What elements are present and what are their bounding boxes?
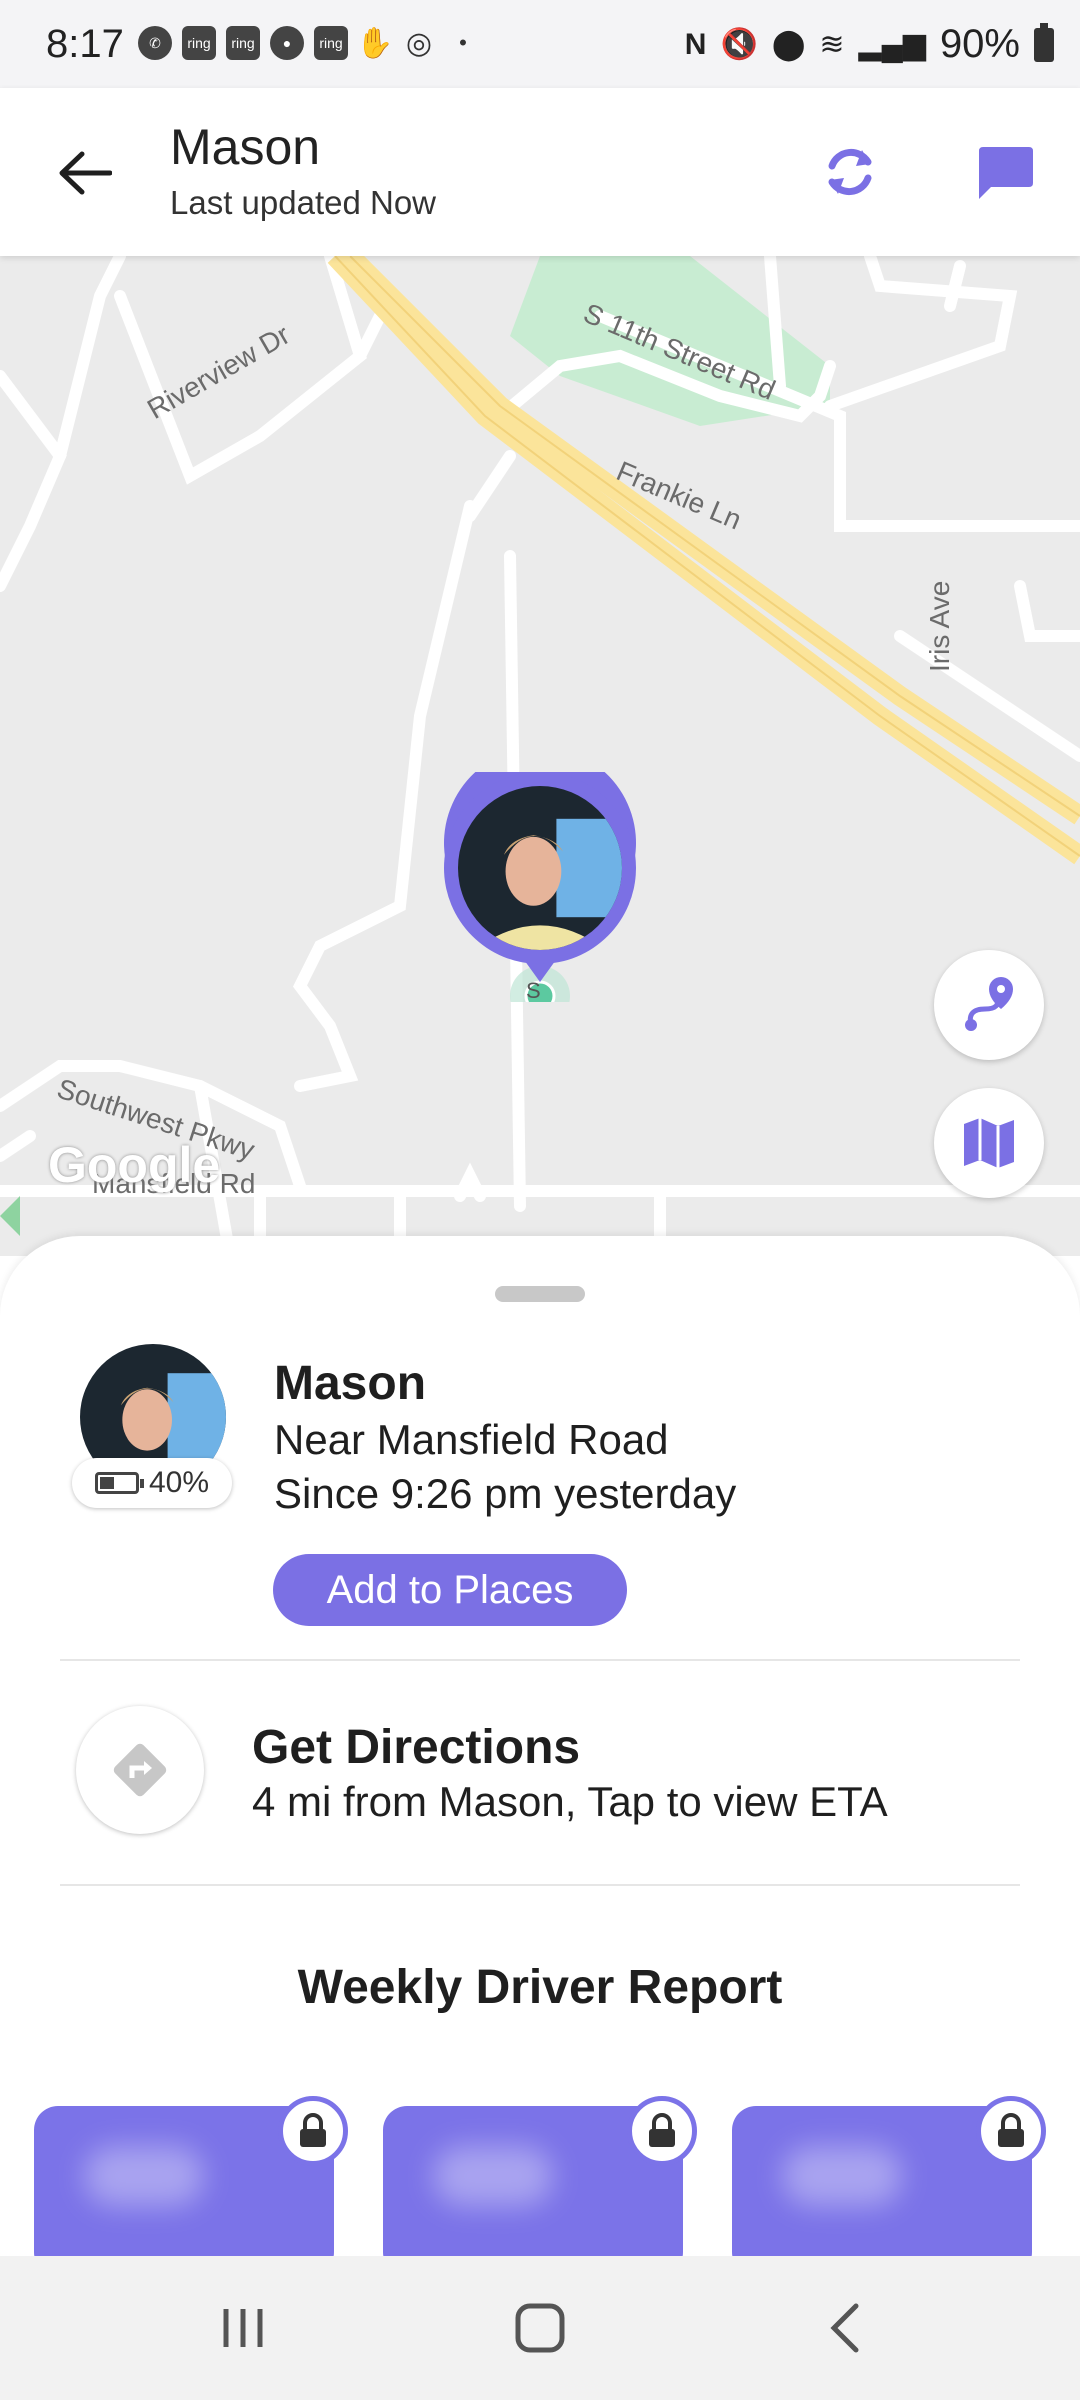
mute-icon: 🔇 [720,28,758,61]
directions-button[interactable] [76,1706,204,1834]
member-details-sheet: 40% Mason Near Mansfield Road Since 9:26… [0,1236,1080,2276]
route-pin-icon [965,977,1013,1031]
location-icon: ⬤ [771,28,806,61]
map-view[interactable]: Riverview Dr S 11th Street Rd Frankie Ln… [0,256,1080,1256]
member-location-pin[interactable]: S [444,772,636,1003]
system-status: N 🔇 ⬤ ≋ ▂▄▆ 90% [685,22,1054,67]
lock-badge [976,2096,1046,2166]
battery-icon [94,1472,144,1494]
directions-title: Get Directions [252,1721,581,1774]
nfc-icon: N [684,27,707,61]
battery-badge: 40% [72,1458,232,1508]
street-label: Iris Ave [924,580,955,672]
directions-subtitle: 4 mi from Mason, Tap to view ETA [252,1778,888,1825]
recent-apps-button[interactable] [183,2278,303,2378]
status-bar: 8:17 ✆ ring ring ● ring ✋ ◎ • N 🔇 ⬤ ≋ ▂▄… [0,0,1080,88]
nav-back-button[interactable] [786,2278,906,2378]
lock-icon [300,2113,326,2147]
refresh-button[interactable] [810,132,890,212]
lock-badge [278,2096,348,2166]
pin-label: S [526,978,541,1003]
lock-icon [649,2113,675,2147]
drag-handle[interactable] [495,1286,585,1302]
chevron-left-icon [830,2303,859,2353]
ring-icon: ring [226,26,260,60]
member-since: Since 9:26 pm yesterday [274,1470,737,1517]
pin-avatar [458,786,622,950]
hand-icon: ✋ [356,26,394,60]
back-arrow-icon [59,151,112,195]
ring-icon: ring [182,26,216,60]
divider [60,1659,1020,1661]
system-nav-bar [0,2256,1080,2400]
chat-bubble-icon [979,147,1033,199]
card-blur [782,2146,902,2206]
member-location: Near Mansfield Road [274,1416,669,1463]
lock-icon [998,2113,1024,2147]
signal-icon: ▂▄▆ [858,28,926,61]
member-photo [458,786,622,950]
divider [60,1884,1020,1886]
google-logo: Google [48,1137,221,1193]
battery-level [99,1477,114,1489]
refresh-icon [828,148,872,196]
last-updated-text: Last updated Now [170,184,437,221]
back-button[interactable] [40,138,130,208]
home-icon [515,2303,565,2353]
map-icon [964,1118,1014,1168]
account-icon: ● [270,26,304,60]
notification-icons: ✆ ring ring ● ring ✋ ◎ • [138,26,480,60]
battery-percent: 40% [148,1466,210,1499]
page-title: Mason [170,119,321,175]
battery-icon [1034,22,1054,62]
viber-icon: ✆ [138,26,172,60]
home-button[interactable] [480,2278,600,2378]
ring-icon: ring [314,26,348,60]
card-blur [433,2146,553,2206]
route-history-button[interactable] [934,950,1044,1060]
dot-icon: • [459,30,467,55]
member-name: Mason [274,1357,427,1410]
weekly-driver-report-title: Weekly Driver Report [297,1961,783,2014]
wifi-icon: ≋ [819,28,845,61]
card-blur [84,2146,204,2206]
app-header: Mason Last updated Now [0,88,1080,256]
add-to-places-button[interactable]: Add to Places [273,1554,627,1626]
status-time: 8:17 [46,22,124,66]
directions-icon [113,1743,167,1797]
map-type-button[interactable] [934,1088,1044,1198]
message-button[interactable] [965,132,1045,212]
sync-icon: ◎ [405,26,433,60]
battery-percent: 90% [939,22,1020,66]
lock-badge [627,2096,697,2166]
recent-apps-icon [223,2309,263,2347]
